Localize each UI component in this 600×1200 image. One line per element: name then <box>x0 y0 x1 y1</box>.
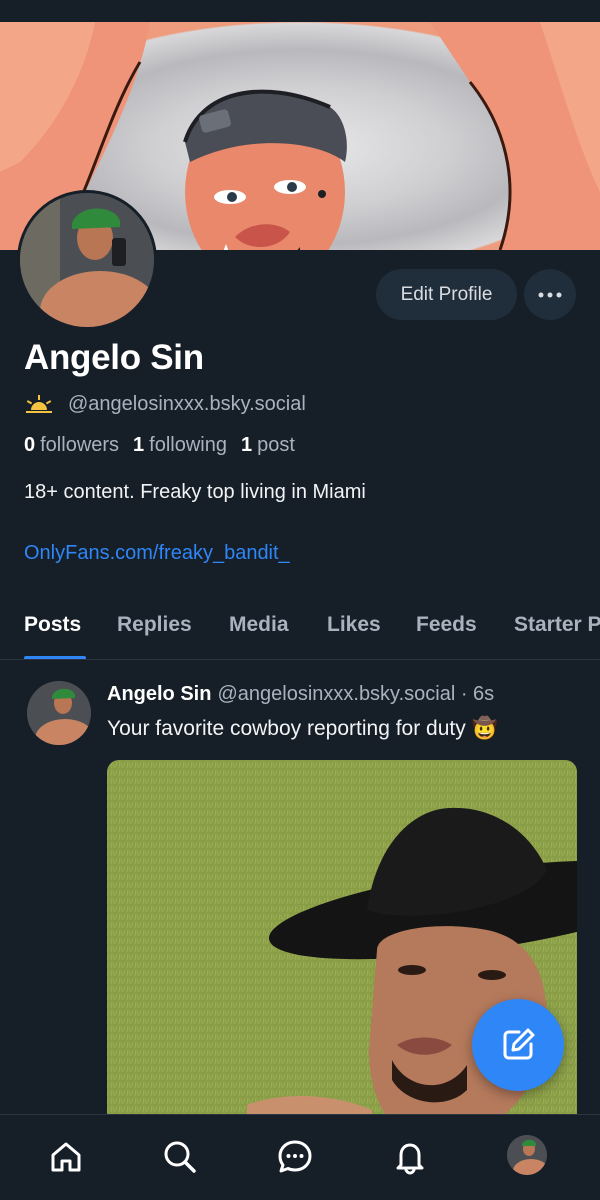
followers-stat[interactable]: 0 followers <box>24 434 119 457</box>
profile-bio: 18+ content. Freaky top living in Miami <box>24 481 366 503</box>
profile-avatar-icon <box>507 1135 547 1175</box>
nav-search[interactable] <box>158 1135 202 1179</box>
nav-notifications[interactable] <box>388 1135 432 1179</box>
tab-posts[interactable]: Posts <box>24 613 81 637</box>
active-tab-indicator <box>24 656 86 659</box>
tab-media[interactable]: Media <box>229 613 289 637</box>
profile-photo <box>20 193 154 327</box>
compose-button[interactable] <box>472 999 564 1091</box>
compose-icon <box>503 1028 535 1060</box>
posts-count: 1 <box>241 434 253 456</box>
edit-profile-button[interactable]: Edit Profile <box>376 269 517 320</box>
status-bar <box>0 0 600 22</box>
profile-avatar[interactable] <box>17 190 157 330</box>
post-author-avatar[interactable] <box>27 681 91 745</box>
search-icon <box>164 1141 196 1173</box>
home-icon <box>51 1142 81 1172</box>
tab-likes[interactable]: Likes <box>327 613 381 637</box>
following-count: 1 <box>133 434 145 456</box>
post-author-name[interactable]: Angelo Sin <box>107 683 211 705</box>
more-options-button[interactable] <box>524 269 576 320</box>
display-name: Angelo Sin <box>24 338 204 377</box>
nav-profile-avatar[interactable] <box>507 1135 547 1175</box>
ellipsis-icon <box>538 292 562 297</box>
nav-chat[interactable] <box>273 1135 317 1179</box>
profile-stats: 0 followers 1 following 1 post <box>24 434 295 457</box>
post-text: Your favorite cowboy reporting for duty … <box>107 717 498 740</box>
profile-link[interactable]: OnlyFans.com/freaky_bandit_ <box>24 542 290 565</box>
posts-label: post <box>257 434 295 456</box>
post-header: Angelo Sin @angelosinxxx.bsky.social · 6s <box>107 683 494 706</box>
followers-count: 0 <box>24 434 36 456</box>
tab-replies[interactable]: Replies <box>117 613 192 637</box>
notifications-icon <box>396 1143 424 1175</box>
followers-label: followers <box>40 434 120 456</box>
following-label: following <box>149 434 227 456</box>
post-author-handle[interactable]: @angelosinxxx.bsky.social <box>217 683 455 705</box>
bottom-navigation <box>0 1114 600 1200</box>
post-avatar-photo <box>27 681 91 745</box>
tab-feeds[interactable]: Feeds <box>416 613 477 637</box>
sunrise-icon <box>26 395 52 413</box>
post-separator: · <box>455 683 474 705</box>
edit-profile-label: Edit Profile <box>400 283 493 305</box>
posts-stat: 1 post <box>241 434 295 457</box>
following-stat[interactable]: 1 following <box>133 434 227 457</box>
nav-home[interactable] <box>44 1135 88 1179</box>
chat-icon <box>278 1140 312 1173</box>
post-timestamp: 6s <box>473 683 495 705</box>
profile-handle: @angelosinxxx.bsky.social <box>68 392 306 415</box>
profile-tabs: Posts Replies Media Likes Feeds Starter … <box>0 600 600 660</box>
handle-row: @angelosinxxx.bsky.social <box>24 390 306 418</box>
tab-starter-packs[interactable]: Starter Packs <box>514 613 600 637</box>
